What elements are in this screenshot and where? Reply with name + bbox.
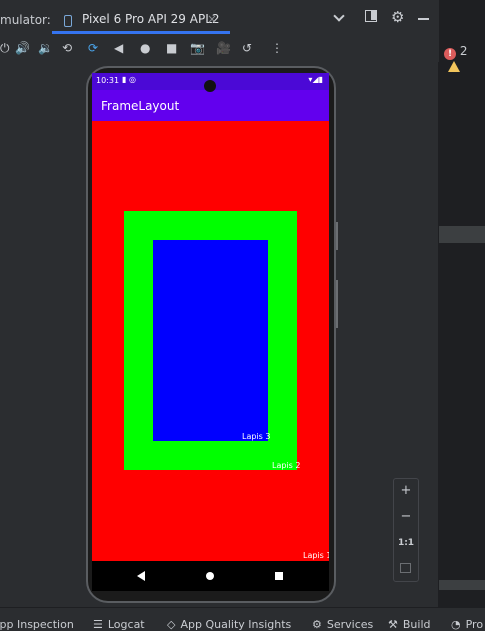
- app-bar: FrameLayout: [92, 90, 329, 121]
- power-side-button: [336, 222, 338, 250]
- editor-highlight-line: [439, 226, 485, 243]
- tool-build[interactable]: ⚒ Build: [388, 618, 431, 631]
- gear-icon[interactable]: ⚙: [391, 8, 404, 26]
- diamond-icon: ◇: [167, 618, 176, 631]
- profiler-label: Pro: [465, 618, 484, 631]
- volume-up-icon[interactable]: 🔊: [15, 40, 30, 56]
- record-icon[interactable]: 🎥: [216, 40, 231, 56]
- tool-window-tabbar: mulator: Pixel 6 Pro API 29 APL2 × ⚙: [0, 0, 438, 34]
- signal-battery-icons: ▾◢▮: [308, 75, 323, 84]
- chevron-down-icon[interactable]: [334, 10, 344, 26]
- zoom-out-button[interactable]: −: [394, 509, 418, 524]
- app-title: FrameLayout: [101, 99, 180, 113]
- logcat-label: Logcat: [107, 618, 145, 631]
- navigation-bar: [92, 561, 329, 591]
- dock-icon[interactable]: [365, 10, 377, 22]
- active-tab-indicator: [52, 31, 230, 34]
- tool-app-inspection[interactable]: App Inspection: [0, 618, 74, 631]
- hammer-icon: ⚒: [388, 618, 398, 631]
- layer-2-label: Lapis 2: [272, 461, 301, 470]
- device-screen[interactable]: 10:31 ▮ ◎ ▾◢▮ FrameLayout Lapis 3 Lapis …: [92, 73, 329, 591]
- home-icon[interactable]: ●: [140, 40, 150, 56]
- layer-3-frame: [153, 240, 268, 441]
- editor-area: [439, 0, 485, 607]
- warning-icon: [448, 61, 460, 72]
- layer-1-label: Lapis 1: [303, 551, 329, 560]
- notification-icons: ▮ ◎: [122, 75, 136, 84]
- replay-icon[interactable]: ↺: [242, 40, 252, 56]
- minimize-icon[interactable]: [418, 18, 429, 20]
- overview-icon[interactable]: ■: [166, 40, 177, 56]
- services-label: Services: [326, 618, 374, 631]
- rotate-left-icon[interactable]: ⟲: [62, 40, 72, 56]
- back-icon[interactable]: ◀: [114, 40, 123, 56]
- tool-logcat[interactable]: ☰ Logcat: [93, 618, 145, 631]
- logcat-icon: ☰: [93, 618, 103, 631]
- camera-icon[interactable]: 📷: [190, 40, 205, 56]
- tool-app-quality-insights[interactable]: ◇ App Quality Insights: [167, 618, 291, 631]
- device-tab-title: Pixel 6 Pro API 29 APL2: [82, 12, 220, 26]
- more-icon[interactable]: ⋮: [271, 40, 283, 56]
- emulator-toolbar: ⏻ 🔊 🔉 ⟲ ⟳ ◀ ● ■ 📷 🎥 ↺ ⋮: [0, 36, 438, 60]
- zoom-actual-size-button[interactable]: 1:1: [394, 538, 418, 548]
- rotate-right-icon[interactable]: ⟳: [88, 40, 98, 56]
- bottom-tool-bar: App Inspection ☰ Logcat ◇ App Quality Insi…: [0, 607, 485, 631]
- phone-icon: [64, 15, 72, 27]
- aqi-label: App Quality Insights: [180, 618, 292, 631]
- nav-recents-icon[interactable]: [275, 572, 283, 580]
- build-label: Build: [402, 618, 431, 631]
- zoom-in-button[interactable]: +: [394, 483, 418, 498]
- services-icon: ⚙: [312, 618, 322, 631]
- editor-scroll-strip: [439, 580, 485, 590]
- profiler-icon: ◔: [451, 618, 461, 631]
- power-icon[interactable]: ⏻: [0, 40, 10, 56]
- app-inspection-label: App Inspection: [0, 618, 74, 631]
- tool-services[interactable]: ⚙ Services: [312, 618, 373, 631]
- volume-side-button: [336, 280, 338, 328]
- problems-indicator[interactable]: ! 2: [444, 44, 485, 74]
- front-camera: [204, 80, 216, 92]
- emulator-label: mulator:: [0, 13, 51, 27]
- tool-profiler[interactable]: ◔ Pro: [451, 618, 483, 631]
- zoom-fit-icon[interactable]: [400, 563, 411, 573]
- device-tab[interactable]: Pixel 6 Pro API 29 APL2 ×: [52, 6, 232, 34]
- zoom-controls: + − 1:1: [393, 478, 419, 582]
- close-icon[interactable]: ×: [207, 12, 217, 26]
- error-icon: !: [444, 48, 456, 60]
- status-time: 10:31: [96, 76, 120, 85]
- volume-down-icon[interactable]: 🔉: [38, 40, 53, 56]
- error-count: 2: [459, 44, 468, 58]
- nav-home-icon[interactable]: [206, 572, 214, 580]
- nav-back-icon[interactable]: [137, 571, 145, 581]
- layer-3-label: Lapis 3: [242, 432, 271, 441]
